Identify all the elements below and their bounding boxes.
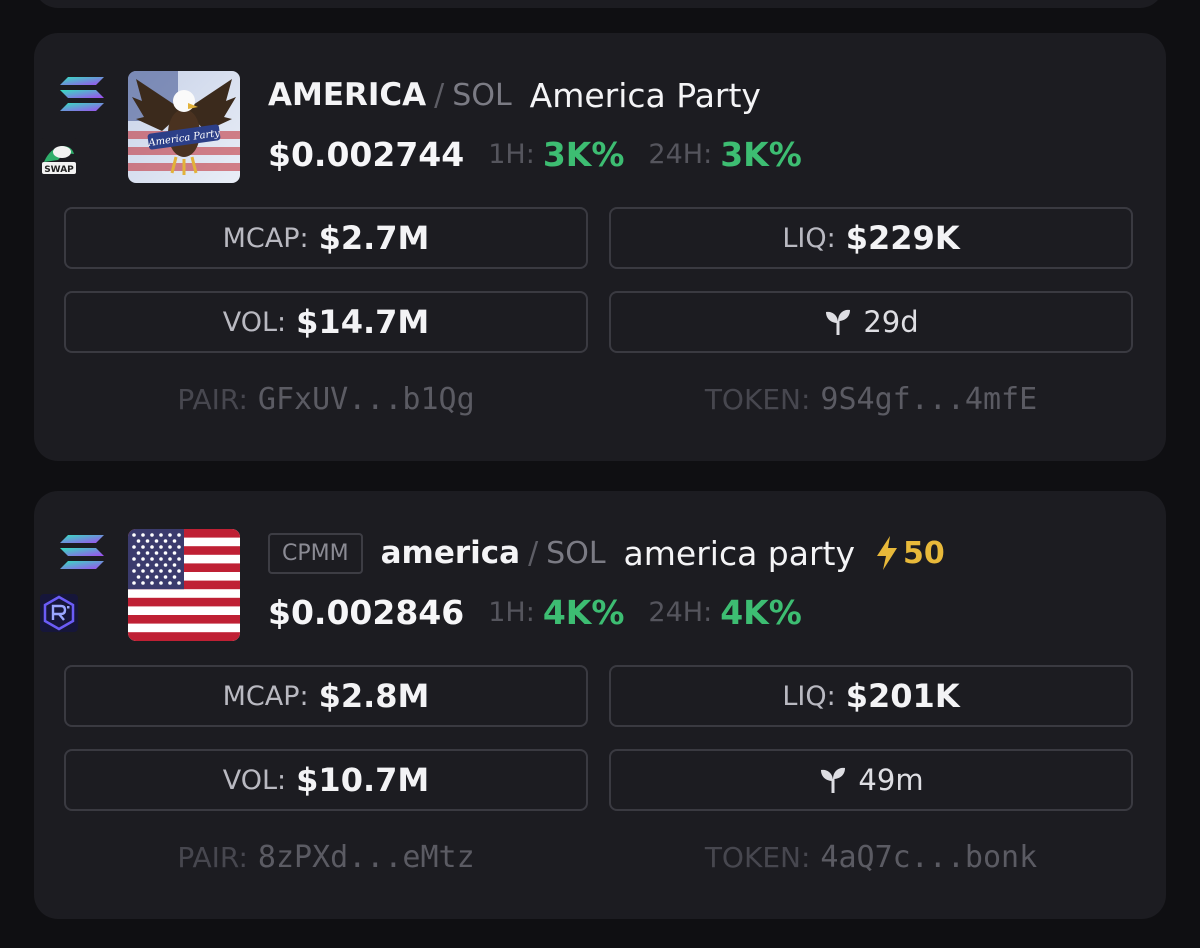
mcap-label: MCAP: (222, 680, 309, 712)
token-title-row: AMERICA / SOL America Party (268, 75, 761, 115)
change-24h-value: 3K% (720, 134, 802, 174)
change-1h-value: 4K% (542, 592, 625, 632)
raydium-icon (40, 594, 78, 632)
token-label: TOKEN: (704, 840, 811, 874)
chain-column (60, 535, 110, 569)
token-name: america party (623, 533, 856, 573)
pool-type-badge: CPMM (268, 532, 363, 574)
token-avatar-eagle: America Party (128, 71, 240, 183)
liquidity-stat: LIQ: $229K (609, 207, 1133, 269)
vol-value: $10.7M (296, 761, 430, 799)
pair-separator: / (434, 77, 445, 113)
token-label: TOKEN: (704, 382, 811, 416)
liq-value: $229K (845, 219, 960, 257)
change-24h-value: 4K% (720, 592, 802, 632)
pair-age: 49m (858, 763, 924, 797)
liq-label: LIQ: (782, 680, 836, 712)
age-stat: 29d (609, 291, 1133, 353)
solana-icon (60, 77, 104, 111)
change-24h-label: 24H: (648, 596, 713, 628)
boost-indicator[interactable]: 50 (875, 536, 945, 571)
pair-separator: / (528, 535, 539, 571)
liquidity-stat: LIQ: $201K (609, 665, 1133, 727)
mcap-value: $2.8M (318, 677, 430, 715)
volume-stat: VOL: $10.7M (64, 749, 588, 811)
token-address[interactable]: TOKEN: 9S4gf...4mfE (609, 379, 1133, 419)
change-24h-label: 24H: (648, 138, 713, 170)
change-1h-label: 1H: (488, 138, 535, 170)
vol-label: VOL: (222, 306, 287, 338)
liq-value: $201K (845, 677, 960, 715)
pair-address[interactable]: PAIR: 8zPXd...eMtz (64, 837, 588, 877)
change-1h-label: 1H: (488, 596, 535, 628)
price-row: $0.002846 1H: 4K% 24H: 4K% (268, 591, 826, 633)
pair-address[interactable]: PAIR: GFxUV...b1Qg (64, 379, 588, 419)
sprout-icon (821, 767, 846, 793)
previous-card-edge (34, 0, 1164, 8)
quote-symbol: SOL (452, 77, 512, 113)
volume-stat: VOL: $14.7M (64, 291, 588, 353)
mcap-stat: MCAP: $2.8M (64, 665, 588, 727)
vol-label: VOL: (222, 764, 287, 796)
lightning-icon (877, 536, 898, 570)
mcap-stat: MCAP: $2.7M (64, 207, 588, 269)
token-name: America Party (529, 75, 761, 115)
token-symbol: AMERICA (268, 77, 427, 113)
swap-icon: SWAP (40, 138, 78, 176)
token-card[interactable]: CPMM america / SOL america party 50 $0.0… (34, 491, 1166, 919)
change-1h-value: 3K% (542, 134, 625, 174)
age-stat: 49m (609, 749, 1133, 811)
token-price: $0.002744 (268, 134, 465, 174)
boost-count: 50 (903, 535, 945, 571)
pair-age: 29d (863, 305, 919, 339)
svg-text:SWAP: SWAP (44, 165, 74, 175)
mcap-value: $2.7M (318, 219, 430, 257)
pair-label: PAIR: (177, 382, 248, 416)
token-hash[interactable]: 9S4gf...4mfE (820, 382, 1037, 417)
token-address[interactable]: TOKEN: 4aQ7c...bonk (609, 837, 1133, 877)
quote-symbol: SOL (546, 535, 606, 571)
mcap-label: MCAP: (222, 222, 309, 254)
pair-hash[interactable]: GFxUV...b1Qg (258, 382, 475, 417)
solana-icon (60, 535, 104, 569)
pair-hash[interactable]: 8zPXd...eMtz (258, 840, 475, 875)
pair-label: PAIR: (177, 840, 248, 874)
liq-label: LIQ: (782, 222, 836, 254)
price-row: $0.002744 1H: 3K% 24H: 3K% (268, 133, 826, 175)
token-hash[interactable]: 4aQ7c...bonk (820, 840, 1037, 875)
sprout-icon (826, 309, 851, 335)
token-symbol: america (380, 535, 521, 571)
vol-value: $14.7M (296, 303, 430, 341)
token-price: $0.002846 (268, 592, 465, 632)
token-avatar-us-flag (128, 529, 240, 641)
chain-column (60, 77, 110, 111)
token-card[interactable]: SWAP America Party AMERICA / SOL America… (34, 33, 1166, 461)
token-title-row: CPMM america / SOL america party 50 (268, 532, 945, 574)
